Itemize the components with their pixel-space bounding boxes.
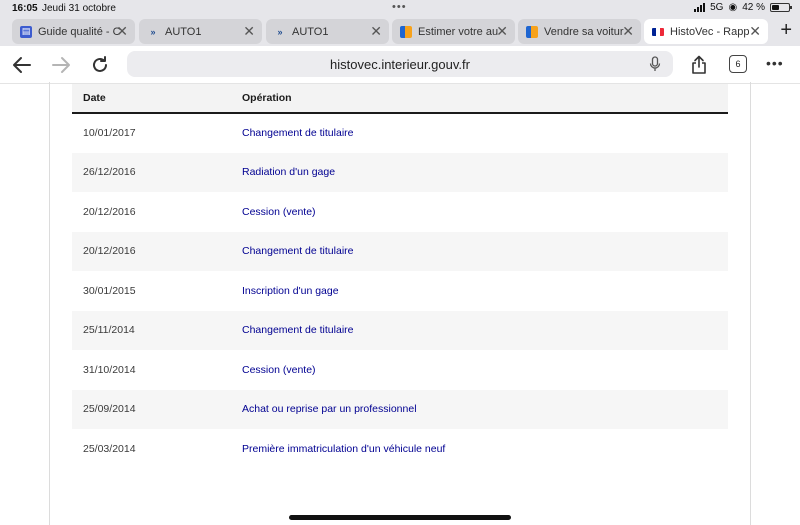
row-operation: Changement de titulaire <box>242 310 728 350</box>
cellular-signal-icon <box>694 3 706 12</box>
new-tab-icon[interactable]: + <box>780 19 792 42</box>
address-bar[interactable]: histovec.interieur.gouv.fr <box>127 51 673 77</box>
network-label: 5G <box>710 2 724 13</box>
guide-icon: ▤ <box>20 25 32 38</box>
battery-icon <box>770 3 792 12</box>
page-content: Date Opération 10/01/2017 Changement de … <box>0 82 800 525</box>
table-row: 26/12/2016 Radiation d'un gage <box>72 152 728 192</box>
close-tab-icon[interactable]: ✕ <box>116 23 128 40</box>
row-operation: Inscription d'un gage <box>242 271 728 311</box>
table-row: 30/01/2015 Inscription d'un gage <box>72 271 728 311</box>
back-button[interactable] <box>9 52 35 78</box>
table-row: 25/09/2014 Achat ou reprise par un profe… <box>72 389 728 429</box>
row-operation: Cession (vente) <box>242 192 728 232</box>
row-date: 20/12/2016 <box>72 231 242 271</box>
table-row: 25/11/2014 Changement de titulaire <box>72 310 728 350</box>
row-operation: Achat ou reprise par un professionnel <box>242 389 728 429</box>
tab-estimer[interactable]: Estimer votre au ✕ <box>392 19 515 44</box>
table-row: 10/01/2017 Changement de titulaire <box>72 113 728 153</box>
close-tab-icon[interactable]: ✕ <box>243 23 255 40</box>
flag-icon <box>400 25 412 38</box>
tab-guide-qualite[interactable]: ▤ Guide qualité - C ✕ <box>12 19 135 44</box>
operations-table: Date Opération 10/01/2017 Changement de … <box>72 84 728 469</box>
tab-auto1-2[interactable]: » AUTO1 ✕ <box>266 19 389 44</box>
share-icon <box>692 55 706 74</box>
tab-switcher-button[interactable]: 6 <box>729 55 747 73</box>
row-date: 10/01/2017 <box>72 113 242 153</box>
row-date: 20/12/2016 <box>72 192 242 232</box>
tab-auto1[interactable]: » AUTO1 ✕ <box>139 19 262 44</box>
row-date: 30/01/2015 <box>72 271 242 311</box>
forward-button[interactable] <box>48 52 74 78</box>
french-flag-icon <box>652 27 664 36</box>
forward-arrow-icon <box>52 57 70 73</box>
more-options-icon[interactable]: ••• <box>766 55 784 71</box>
row-operation: Première immatriculation d'un véhicule n… <box>242 429 728 469</box>
auto1-icon: » <box>277 26 283 37</box>
status-date: Jeudi 31 octobre <box>42 3 116 14</box>
close-tab-icon[interactable]: ✕ <box>370 23 382 40</box>
table-row: 20/12/2016 Changement de titulaire <box>72 231 728 271</box>
back-arrow-icon <box>13 57 31 73</box>
multitasking-dots-icon[interactable]: ••• <box>392 1 407 13</box>
row-date: 31/10/2014 <box>72 350 242 390</box>
close-tab-icon[interactable]: ✕ <box>749 23 761 40</box>
url-text: histovec.interieur.gouv.fr <box>330 56 470 72</box>
close-tab-icon[interactable]: ✕ <box>622 23 634 40</box>
table-row: 20/12/2016 Cession (vente) <box>72 192 728 232</box>
row-date: 25/03/2014 <box>72 429 242 469</box>
row-operation: Cession (vente) <box>242 350 728 390</box>
location-icon: ◉ <box>728 2 738 13</box>
row-date: 25/11/2014 <box>72 310 242 350</box>
row-operation: Changement de titulaire <box>242 231 728 271</box>
row-operation: Radiation d'un gage <box>242 152 728 192</box>
tab-bar: ▤ Guide qualité - C ✕ » AUTO1 ✕ » AUTO1 … <box>0 16 800 46</box>
tab-vendre[interactable]: Vendre sa voitur ✕ <box>518 19 641 44</box>
close-tab-icon[interactable]: ✕ <box>496 23 508 40</box>
microphone-icon[interactable] <box>649 56 661 72</box>
share-button[interactable] <box>686 52 712 78</box>
browser-toolbar: histovec.interieur.gouv.fr 6 ••• <box>0 46 800 84</box>
status-time: 16:05 <box>12 3 38 14</box>
row-date: 25/09/2014 <box>72 389 242 429</box>
tab-histovec[interactable]: HistoVec - Rapp ✕ <box>644 19 768 44</box>
flag-icon <box>526 25 538 38</box>
home-indicator[interactable] <box>289 515 511 520</box>
status-indicators: 5G ◉ 42 % <box>694 2 792 13</box>
date-column-header: Date <box>72 84 242 114</box>
status-bar: 16:05 Jeudi 31 octobre ••• 5G ◉ 42 % <box>0 0 800 16</box>
battery-percent: 42 % <box>742 2 765 13</box>
row-operation: Changement de titulaire <box>242 113 728 153</box>
table-header-row: Date Opération <box>72 84 728 114</box>
auto1-icon: » <box>150 26 156 37</box>
table-row: 25/03/2014 Première immatriculation d'un… <box>72 429 728 469</box>
reload-button[interactable] <box>87 52 113 78</box>
row-date: 26/12/2016 <box>72 152 242 192</box>
operation-column-header: Opération <box>242 84 728 114</box>
table-row: 31/10/2014 Cession (vente) <box>72 350 728 390</box>
reload-icon <box>93 56 107 72</box>
